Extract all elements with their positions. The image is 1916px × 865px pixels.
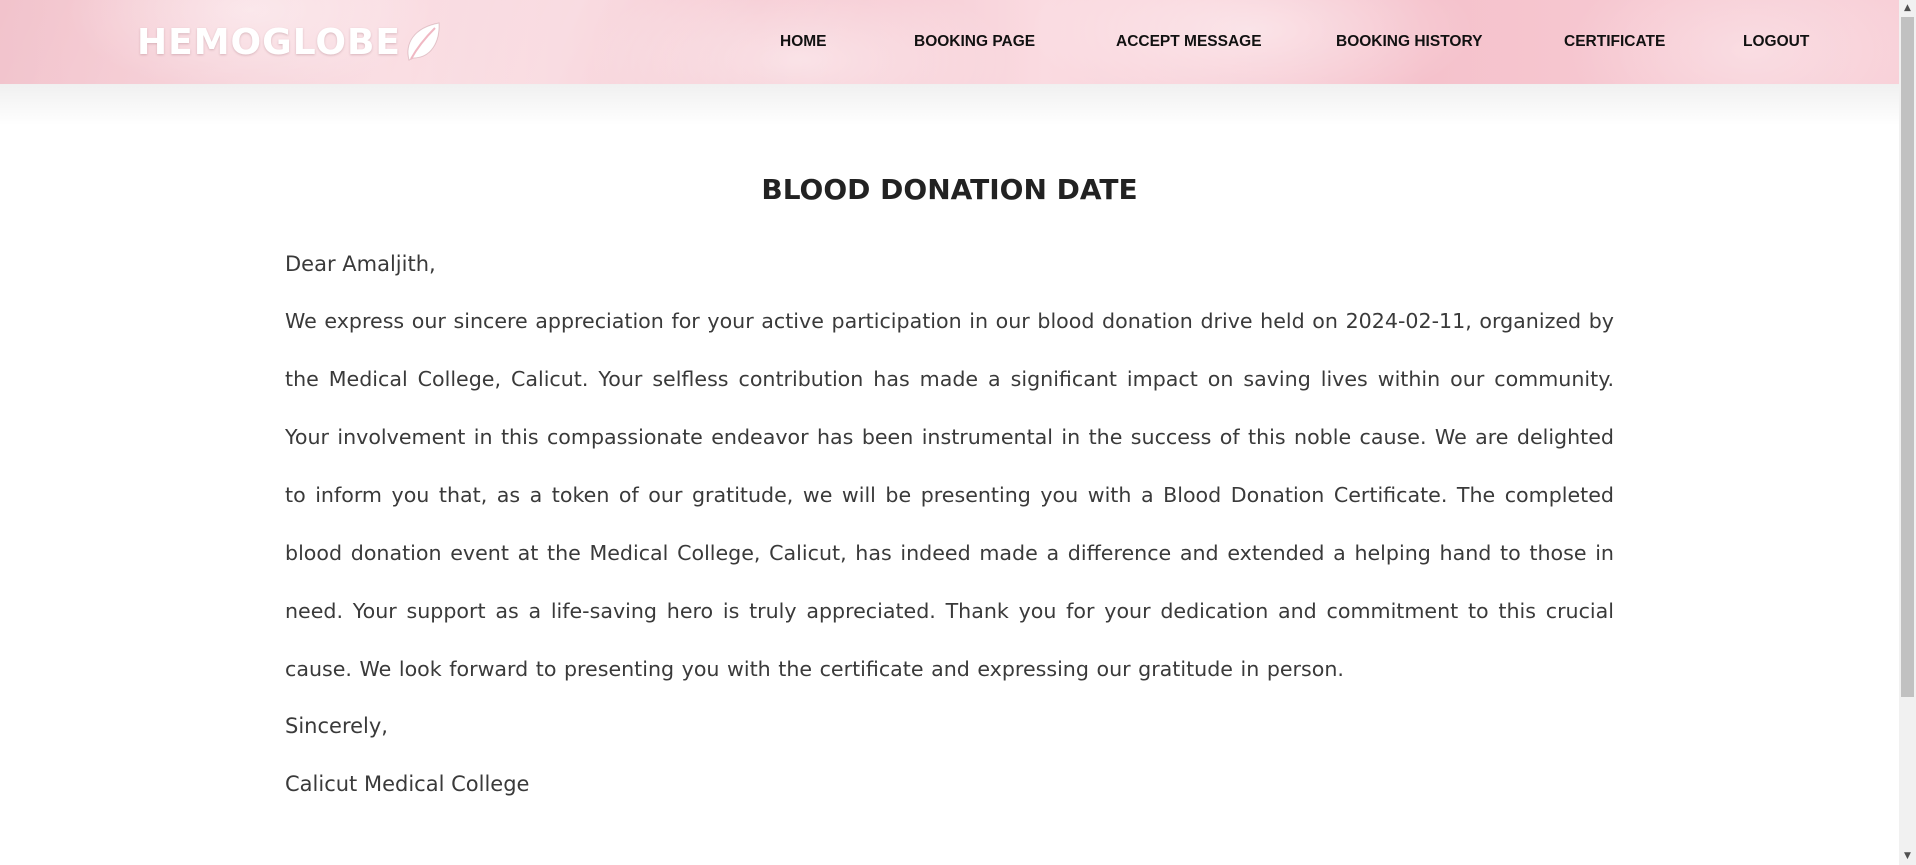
scroll-down-arrow-icon[interactable]: ▼ xyxy=(1899,848,1916,865)
nav-accept-message-link[interactable]: ACCEPT MESSAGE xyxy=(1116,30,1262,54)
scroll-up-arrow-icon[interactable]: ▲ xyxy=(1899,0,1916,17)
page-content: HEMOGLOBE HOME BOOKING PAGE ACCEPT MESSA… xyxy=(0,0,1899,865)
vertical-scrollbar[interactable]: ▲ ▼ xyxy=(1899,0,1916,865)
letter-signature: Calicut Medical College xyxy=(285,772,530,796)
appreciation-letter: Dear Amaljith, We express our sincere ap… xyxy=(285,244,1614,804)
letter-greeting: Dear Amaljith, xyxy=(285,252,436,276)
nav-home-link[interactable]: HOME xyxy=(780,30,827,54)
browser-viewport: HEMOGLOBE HOME BOOKING PAGE ACCEPT MESSA… xyxy=(0,0,1916,865)
nav-booking-page-link[interactable]: BOOKING PAGE xyxy=(914,30,1035,54)
nav-certificate-link[interactable]: CERTIFICATE xyxy=(1564,30,1665,54)
main-nav: HOME BOOKING PAGE ACCEPT MESSAGE BOOKING… xyxy=(0,30,1899,54)
scrollbar-thumb[interactable] xyxy=(1901,17,1914,697)
page-title: BLOOD DONATION DATE xyxy=(761,172,1138,206)
top-navbar: HEMOGLOBE HOME BOOKING PAGE ACCEPT MESSA… xyxy=(0,0,1899,84)
letter-closing: Sincerely, xyxy=(285,714,388,738)
navbar-shadow xyxy=(0,84,1899,126)
nav-booking-history-link[interactable]: BOOKING HISTORY xyxy=(1336,30,1482,54)
nav-logout-link[interactable]: LOGOUT xyxy=(1743,30,1809,54)
letter-body: We express our sincere appreciation for … xyxy=(285,309,1614,681)
